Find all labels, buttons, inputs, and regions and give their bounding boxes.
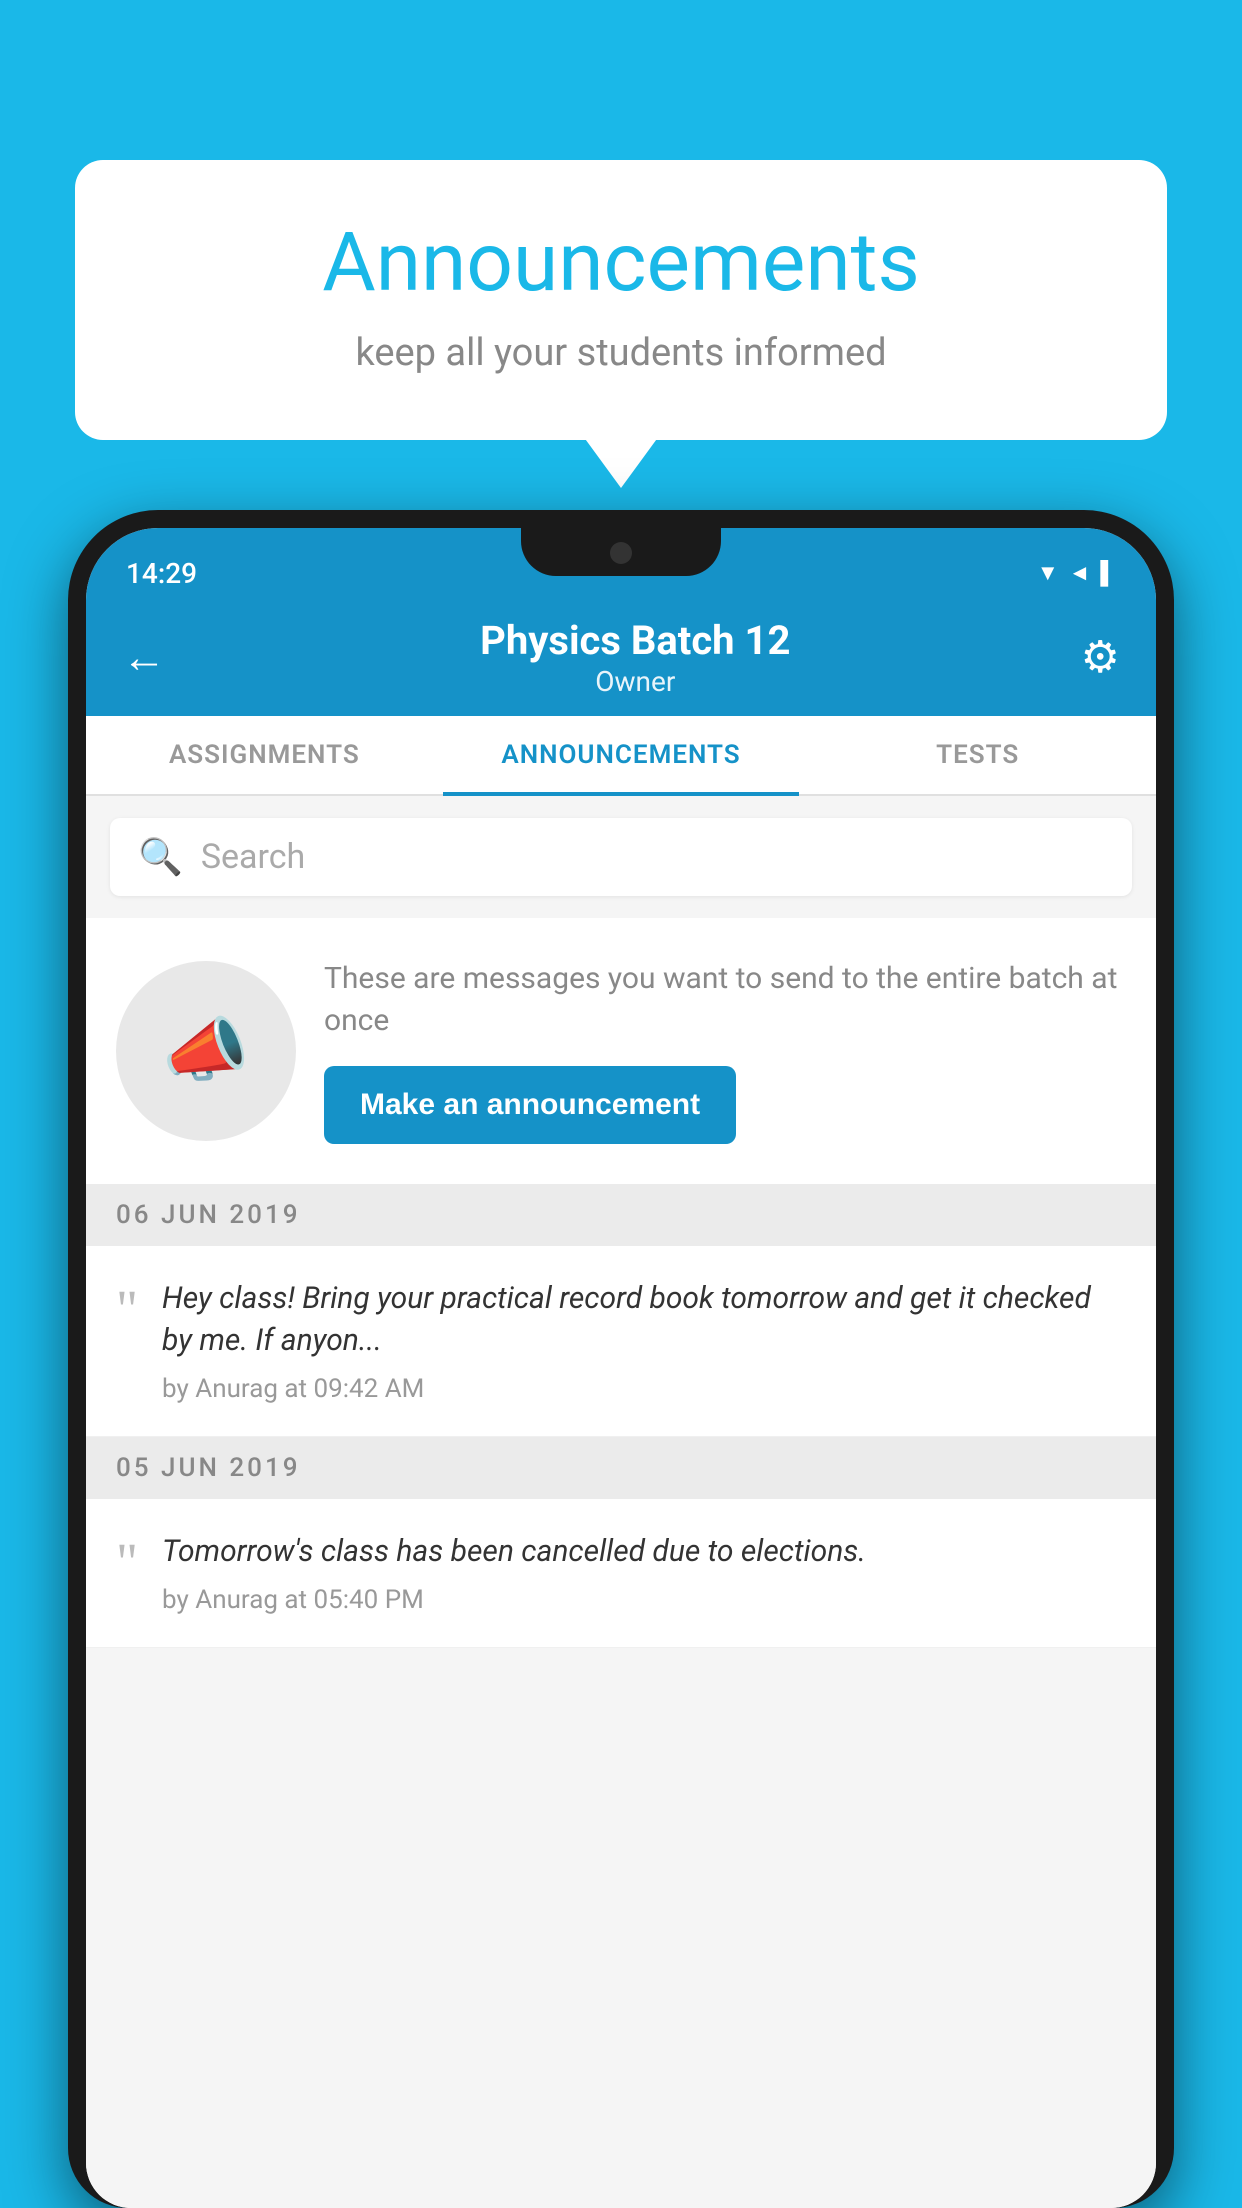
quote-icon-1: " <box>116 1282 138 1336</box>
date-divider-1: 06 JUN 2019 <box>86 1184 1156 1246</box>
promo-description: These are messages you want to send to t… <box>324 958 1126 1042</box>
search-icon: 🔍 <box>138 836 183 878</box>
phone-notch <box>521 528 721 576</box>
promo-content: These are messages you want to send to t… <box>324 958 1126 1144</box>
promo-section: 📣 These are messages you want to send to… <box>86 918 1156 1184</box>
hero-card: Announcements keep all your students inf… <box>75 160 1167 440</box>
announcement-meta-1: by Anurag at 09:42 AM <box>162 1374 424 1404</box>
signal-icon: ◄ <box>1069 560 1091 586</box>
hero-title: Announcements <box>135 215 1107 311</box>
back-button[interactable]: ← <box>122 631 166 683</box>
phone-frame: 14:29 ▼ ◄ ▌ ← Physics Batch 12 Owner ⚙ <box>68 510 1174 2208</box>
status-icons: ▼ ◄ ▌ <box>1037 550 1116 586</box>
search-bar[interactable]: 🔍 Search <box>110 818 1132 896</box>
search-input[interactable]: Search <box>201 837 305 877</box>
status-time: 14:29 <box>126 547 197 590</box>
megaphone-icon: 📣 <box>162 1010 249 1092</box>
date-divider-2: 05 JUN 2019 <box>86 1437 1156 1499</box>
tab-assignments[interactable]: ASSIGNMENTS <box>86 716 443 794</box>
phone-camera <box>610 542 632 564</box>
tab-bar: ASSIGNMENTS ANNOUNCEMENTS TESTS <box>86 716 1156 796</box>
wifi-icon: ▼ <box>1037 560 1059 586</box>
announcement-item-1[interactable]: " Hey class! Bring your practical record… <box>86 1246 1156 1437</box>
announcement-message-2: Tomorrow's class has been cancelled due … <box>162 1531 1126 1573</box>
phone-screen: 14:29 ▼ ◄ ▌ ← Physics Batch 12 Owner ⚙ <box>86 528 1156 2208</box>
announcement-meta-2: by Anurag at 05:40 PM <box>162 1585 424 1615</box>
announcement-text-1: Hey class! Bring your practical record b… <box>162 1278 1126 1404</box>
app-bar: ← Physics Batch 12 Owner ⚙ <box>86 598 1156 716</box>
hero-subtitle: keep all your students informed <box>135 331 1107 375</box>
batch-subtitle: Owner <box>190 665 1081 698</box>
screen-body: 🔍 Search 📣 These are messages you want t… <box>86 796 1156 2208</box>
tab-announcements[interactable]: ANNOUNCEMENTS <box>443 716 800 794</box>
battery-icon: ▌ <box>1100 560 1116 586</box>
make-announcement-button[interactable]: Make an announcement <box>324 1066 736 1144</box>
announcement-text-2: Tomorrow's class has been cancelled due … <box>162 1531 1126 1615</box>
app-bar-title-group: Physics Batch 12 Owner <box>190 617 1081 698</box>
batch-title: Physics Batch 12 <box>190 617 1081 665</box>
settings-button[interactable]: ⚙ <box>1081 631 1120 683</box>
promo-icon-circle: 📣 <box>116 961 296 1141</box>
quote-icon-2: " <box>116 1535 138 1589</box>
announcement-message-1: Hey class! Bring your practical record b… <box>162 1278 1126 1362</box>
tab-tests[interactable]: TESTS <box>799 716 1156 794</box>
announcement-item-2[interactable]: " Tomorrow's class has been cancelled du… <box>86 1499 1156 1648</box>
